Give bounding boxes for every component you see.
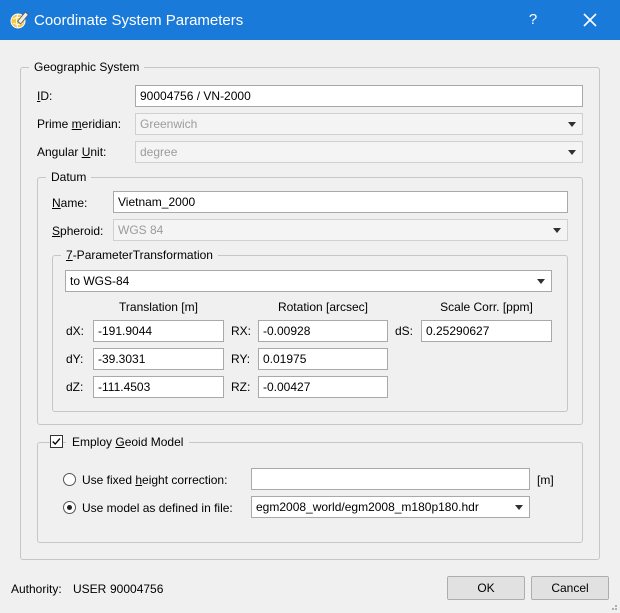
fixed-height-radio[interactable] [63, 473, 76, 486]
model-file-select[interactable]: egm2008_world/egm2008_m180p180.hdr [251, 496, 530, 518]
dy-label: dY: [66, 352, 84, 366]
close-icon[interactable] [576, 8, 604, 32]
chevron-down-icon [553, 228, 561, 233]
rx-label: RX: [231, 324, 252, 338]
prime-meridian-label: Prime meridian: [37, 117, 122, 131]
geographic-system-title: Geographic System [34, 60, 140, 74]
angular-unit-select[interactable]: degree [135, 141, 583, 163]
datum-name-label: Name: [52, 196, 88, 210]
id-input[interactable]: 90004756 / VN-2000 [135, 85, 583, 107]
transformation-select[interactable]: to WGS-84 [65, 270, 552, 292]
rz-input[interactable]: -0.00427 [258, 376, 388, 398]
title-bar: Coordinate System Parameters ? [0, 0, 620, 40]
dy-input[interactable]: -39.3031 [93, 348, 224, 370]
resize-grip-icon[interactable] [608, 601, 618, 611]
model-file-label: Use model as defined in file: [82, 501, 233, 515]
geoid-checkbox[interactable] [50, 435, 63, 448]
angular-unit-label: Angular Unit: [37, 145, 107, 159]
authority-code: 90004756 [110, 582, 164, 596]
datum-name-input[interactable]: Vietnam_2000 [113, 191, 568, 213]
ds-label: dS: [395, 324, 414, 338]
dx-input[interactable]: -191.9044 [93, 320, 224, 342]
spheroid-value: WGS 84 [118, 223, 164, 237]
model-file-value: egm2008_world/egm2008_m180p180.hdr [256, 500, 479, 514]
geoid-title: Employ Geoid Model [72, 435, 184, 449]
rx-input[interactable]: -0.00928 [258, 320, 388, 342]
ok-button[interactable]: OK [447, 576, 525, 600]
rotation-header: Rotation [arcsec] [277, 300, 369, 314]
authority-value: USER [73, 582, 107, 596]
translation-header: Translation [m] [119, 300, 198, 314]
spheroid-select[interactable]: WGS 84 [113, 219, 568, 241]
datum-title: Datum [51, 170, 87, 184]
transformation-title: 7-ParameterTransformation [66, 248, 213, 262]
ds-input[interactable]: 0.25290627 [421, 320, 552, 342]
help-button[interactable]: ? [520, 8, 546, 32]
prime-meridian-select[interactable]: Greenwich [135, 113, 583, 135]
prime-meridian-value: Greenwich [140, 117, 198, 131]
id-label: ID: [37, 89, 53, 103]
fixed-height-unit: [m] [537, 473, 554, 487]
authority-label: Authority: [11, 582, 62, 596]
ry-input[interactable]: 0.01975 [258, 348, 388, 370]
chevron-down-icon [568, 122, 576, 127]
transformation-value: to WGS-84 [70, 274, 130, 288]
checkmark-icon [52, 438, 61, 446]
chevron-down-icon [515, 505, 523, 510]
globe-pencil-icon [10, 11, 29, 29]
dz-label: dZ: [66, 380, 84, 394]
fixed-height-input[interactable] [251, 468, 530, 490]
chevron-down-icon [537, 279, 545, 284]
fixed-height-label: Use fixed height correction: [82, 473, 228, 487]
spheroid-label: Spheroid: [52, 224, 104, 238]
rz-label: RZ: [231, 380, 251, 394]
window-title: Coordinate System Parameters [34, 12, 244, 29]
dz-input[interactable]: -111.4503 [93, 376, 224, 398]
cancel-button[interactable]: Cancel [531, 576, 609, 600]
model-file-radio[interactable] [63, 501, 76, 514]
chevron-down-icon [568, 150, 576, 155]
ry-label: RY: [231, 352, 251, 366]
dx-label: dX: [66, 324, 85, 338]
scale-header: Scale Corr. [ppm] [440, 300, 533, 314]
angular-unit-value: degree [140, 145, 178, 159]
